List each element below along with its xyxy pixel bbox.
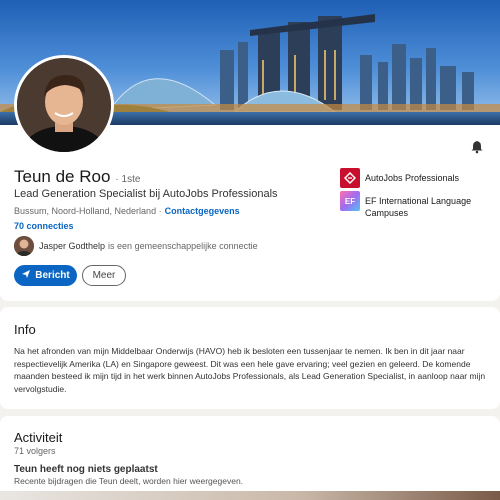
- info-text: Na het afronden van mijn Middelbaar Onde…: [14, 346, 486, 394]
- mutual-connection-name: Jasper Godthelp: [39, 241, 106, 251]
- info-title: Info: [14, 322, 36, 337]
- ef-logo-icon: EF: [340, 191, 360, 211]
- education-label: EF International Language Campuses: [365, 196, 472, 218]
- followers-count[interactable]: 71 volgers: [14, 446, 56, 456]
- profile-headline: Lead Generation Specialist bij AutoJobs …: [14, 188, 278, 200]
- more-button[interactable]: Meer: [82, 265, 126, 286]
- connection-degree: · 1ste: [115, 174, 141, 185]
- activity-title: Activiteit: [14, 430, 63, 445]
- profile-card: Teun de Roo · 1ste Lead Generation Speci…: [0, 0, 500, 301]
- current-company[interactable]: AutoJobs Professionals: [340, 168, 500, 188]
- profile-avatar[interactable]: [14, 55, 114, 155]
- activity-empty-subtitle: Recente bijdragen die Teun deelt, worden…: [14, 476, 244, 486]
- profile-name: Teun de Roo: [14, 167, 111, 186]
- notification-bell-icon[interactable]: [470, 140, 484, 154]
- connections-link[interactable]: 70 connecties: [14, 221, 74, 231]
- message-button[interactable]: Bericht: [14, 265, 77, 286]
- activity-empty-title: Teun heeft nog niets geplaatst: [14, 464, 158, 475]
- autojobs-logo-icon: [340, 168, 360, 188]
- education[interactable]: EF EF International Language Campuses: [340, 191, 500, 219]
- mutual-connection[interactable]: Jasper Godthelp is een gemeenschappelijk…: [14, 236, 258, 256]
- send-icon: [21, 269, 31, 282]
- contact-info-link[interactable]: Contactgegevens: [165, 206, 240, 216]
- mutual-connection-text: is een gemeenschappelijke connectie: [108, 241, 258, 251]
- activity-section: [0, 416, 500, 500]
- next-section-image: [0, 491, 500, 500]
- current-company-label: AutoJobs Professionals: [365, 173, 460, 183]
- mutual-connection-avatar: [14, 236, 34, 256]
- profile-location: Bussum, Noord-Holland, Nederland ·: [14, 206, 162, 216]
- message-button-label: Bericht: [35, 270, 70, 281]
